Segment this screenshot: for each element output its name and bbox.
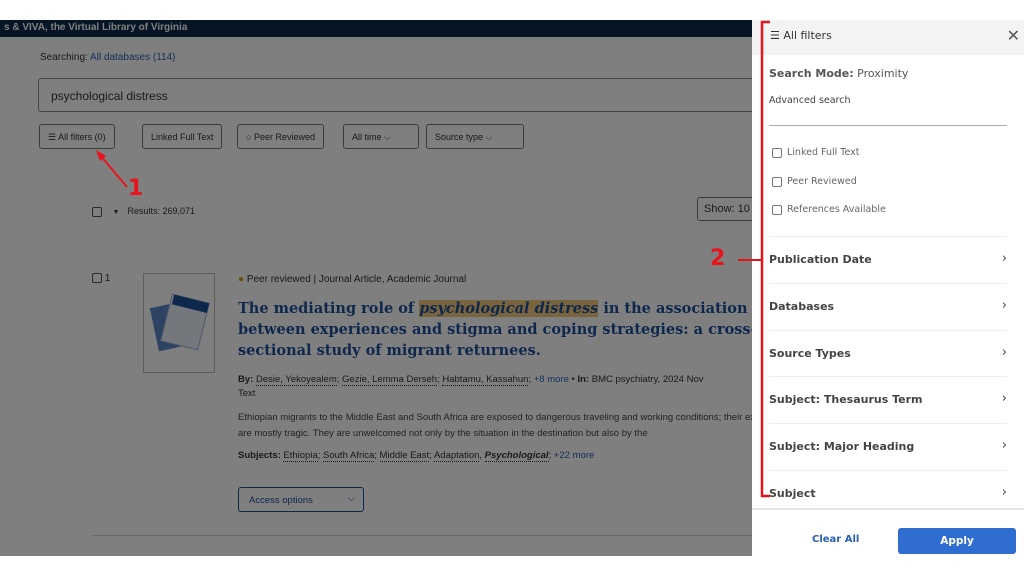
annotation-bracket: [760, 20, 770, 498]
annotation-arrow: [99, 154, 128, 188]
annotation-overlay: [96, 20, 770, 498]
annotation-number-2: 2: [710, 246, 726, 271]
annotation-number-1: 1: [128, 176, 144, 201]
